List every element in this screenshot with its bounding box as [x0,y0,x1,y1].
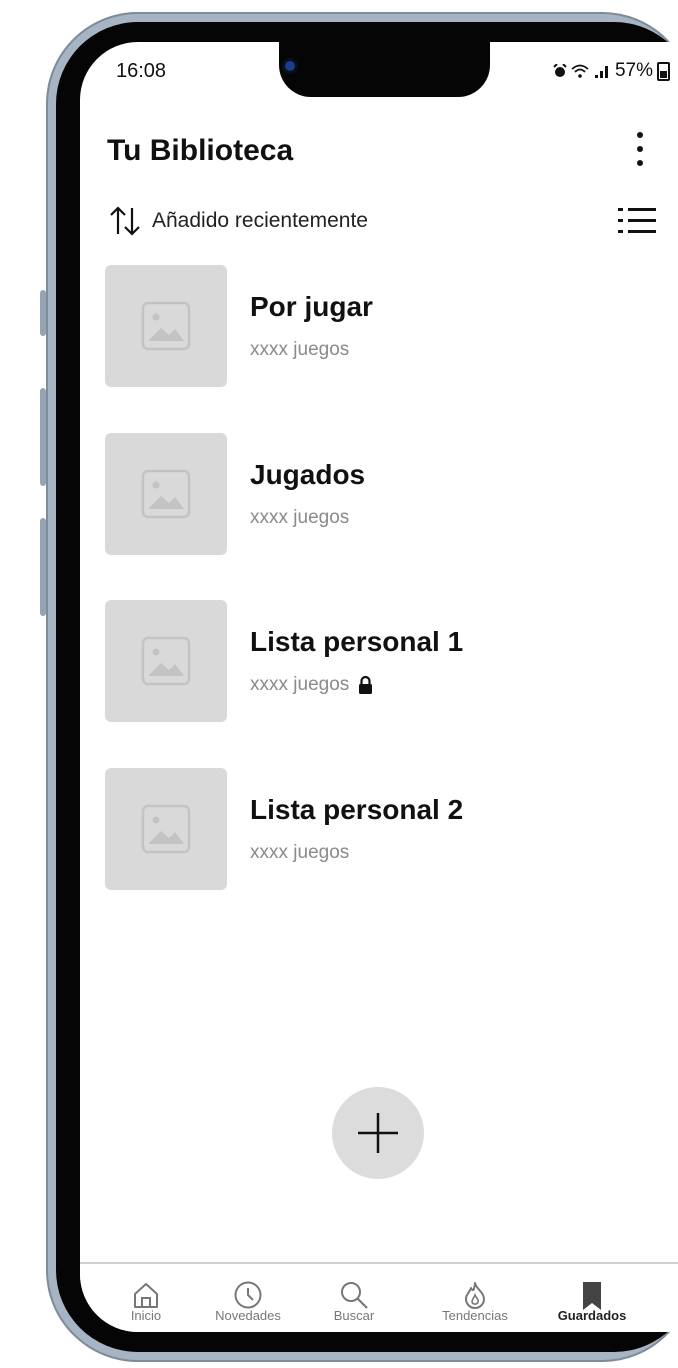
nav-label: Inicio [130,1308,162,1323]
signal-icon [594,66,608,78]
silent-switch [40,290,46,336]
nav-item-guardados[interactable]: Guardados [542,1264,642,1332]
list-item[interactable]: Por jugar xxxx juegos [105,265,665,387]
home-icon [134,1283,158,1308]
nav-label: Buscar [333,1308,375,1323]
clock-icon [234,1281,262,1309]
list-subtitle: xxxx juegos [250,507,349,529]
battery-icon [657,61,670,81]
sort-button[interactable]: Añadido recientemente [108,204,368,238]
list-title: Jugados [250,459,366,490]
list-item[interactable]: Lista personal 2 xxxx juegos [105,768,665,890]
status-icons: 57% [553,60,670,82]
front-camera [285,61,295,71]
nav-item-inicio[interactable]: Inicio [97,1264,195,1332]
flame-icon [465,1282,485,1309]
list-subtitle: xxxx juegos [250,674,373,696]
list-count: xxxx juegos [250,507,350,528]
battery-percentage: 57% [614,60,653,81]
page-title: Tu Biblioteca [107,134,294,167]
search-icon [341,1282,368,1309]
wifi-icon [571,64,589,78]
list-title: Por jugar [250,291,373,322]
volume-down-button [40,518,46,616]
list-count: xxxx juegos [250,339,350,360]
notch [279,42,490,97]
list-thumbnail [105,768,227,890]
lock-icon [359,676,373,694]
nav-item-novedades[interactable]: Novedades [198,1264,298,1332]
list-item[interactable]: Jugados xxxx juegos [105,433,665,555]
more-options-icon[interactable] [628,124,652,174]
image-placeholder-icon [141,804,191,854]
list-title: Lista personal 1 [250,626,464,657]
alarm-icon [553,64,567,77]
list-count: xxxx juegos [250,674,350,695]
nav-label: Novedades [215,1308,281,1323]
nav-item-buscar[interactable]: Buscar [304,1264,404,1332]
list-thumbnail [105,265,227,387]
sort-label: Añadido recientemente [152,209,368,232]
app-screen: 16:08 57% Tu Biblioteca Añadido reciente… [80,42,678,1332]
nav-item-tendencias[interactable]: Tendencias [425,1264,525,1332]
list-subtitle: xxxx juegos [250,842,349,864]
status-time: 16:08 [116,60,167,82]
volume-up-button [40,388,46,486]
list-title: Lista personal 2 [250,794,464,825]
image-placeholder-icon [141,469,191,519]
plus-icon [358,1113,398,1153]
list-subtitle: xxxx juegos [250,339,349,361]
list-count: xxxx juegos [250,842,350,863]
list-view-icon[interactable] [618,205,658,237]
image-placeholder-icon [141,636,191,686]
nav-label: Guardados [557,1308,627,1323]
bottom-nav: Inicio Novedades Buscar Tendencias Guard… [80,1262,678,1332]
add-list-button[interactable] [332,1087,424,1179]
list-thumbnail [105,433,227,555]
sort-arrows-icon [110,206,140,236]
nav-label: Tendencias [442,1308,508,1323]
list-thumbnail [105,600,227,722]
image-placeholder-icon [141,301,191,351]
list-item[interactable]: Lista personal 1 xxxx juegos [105,600,665,722]
